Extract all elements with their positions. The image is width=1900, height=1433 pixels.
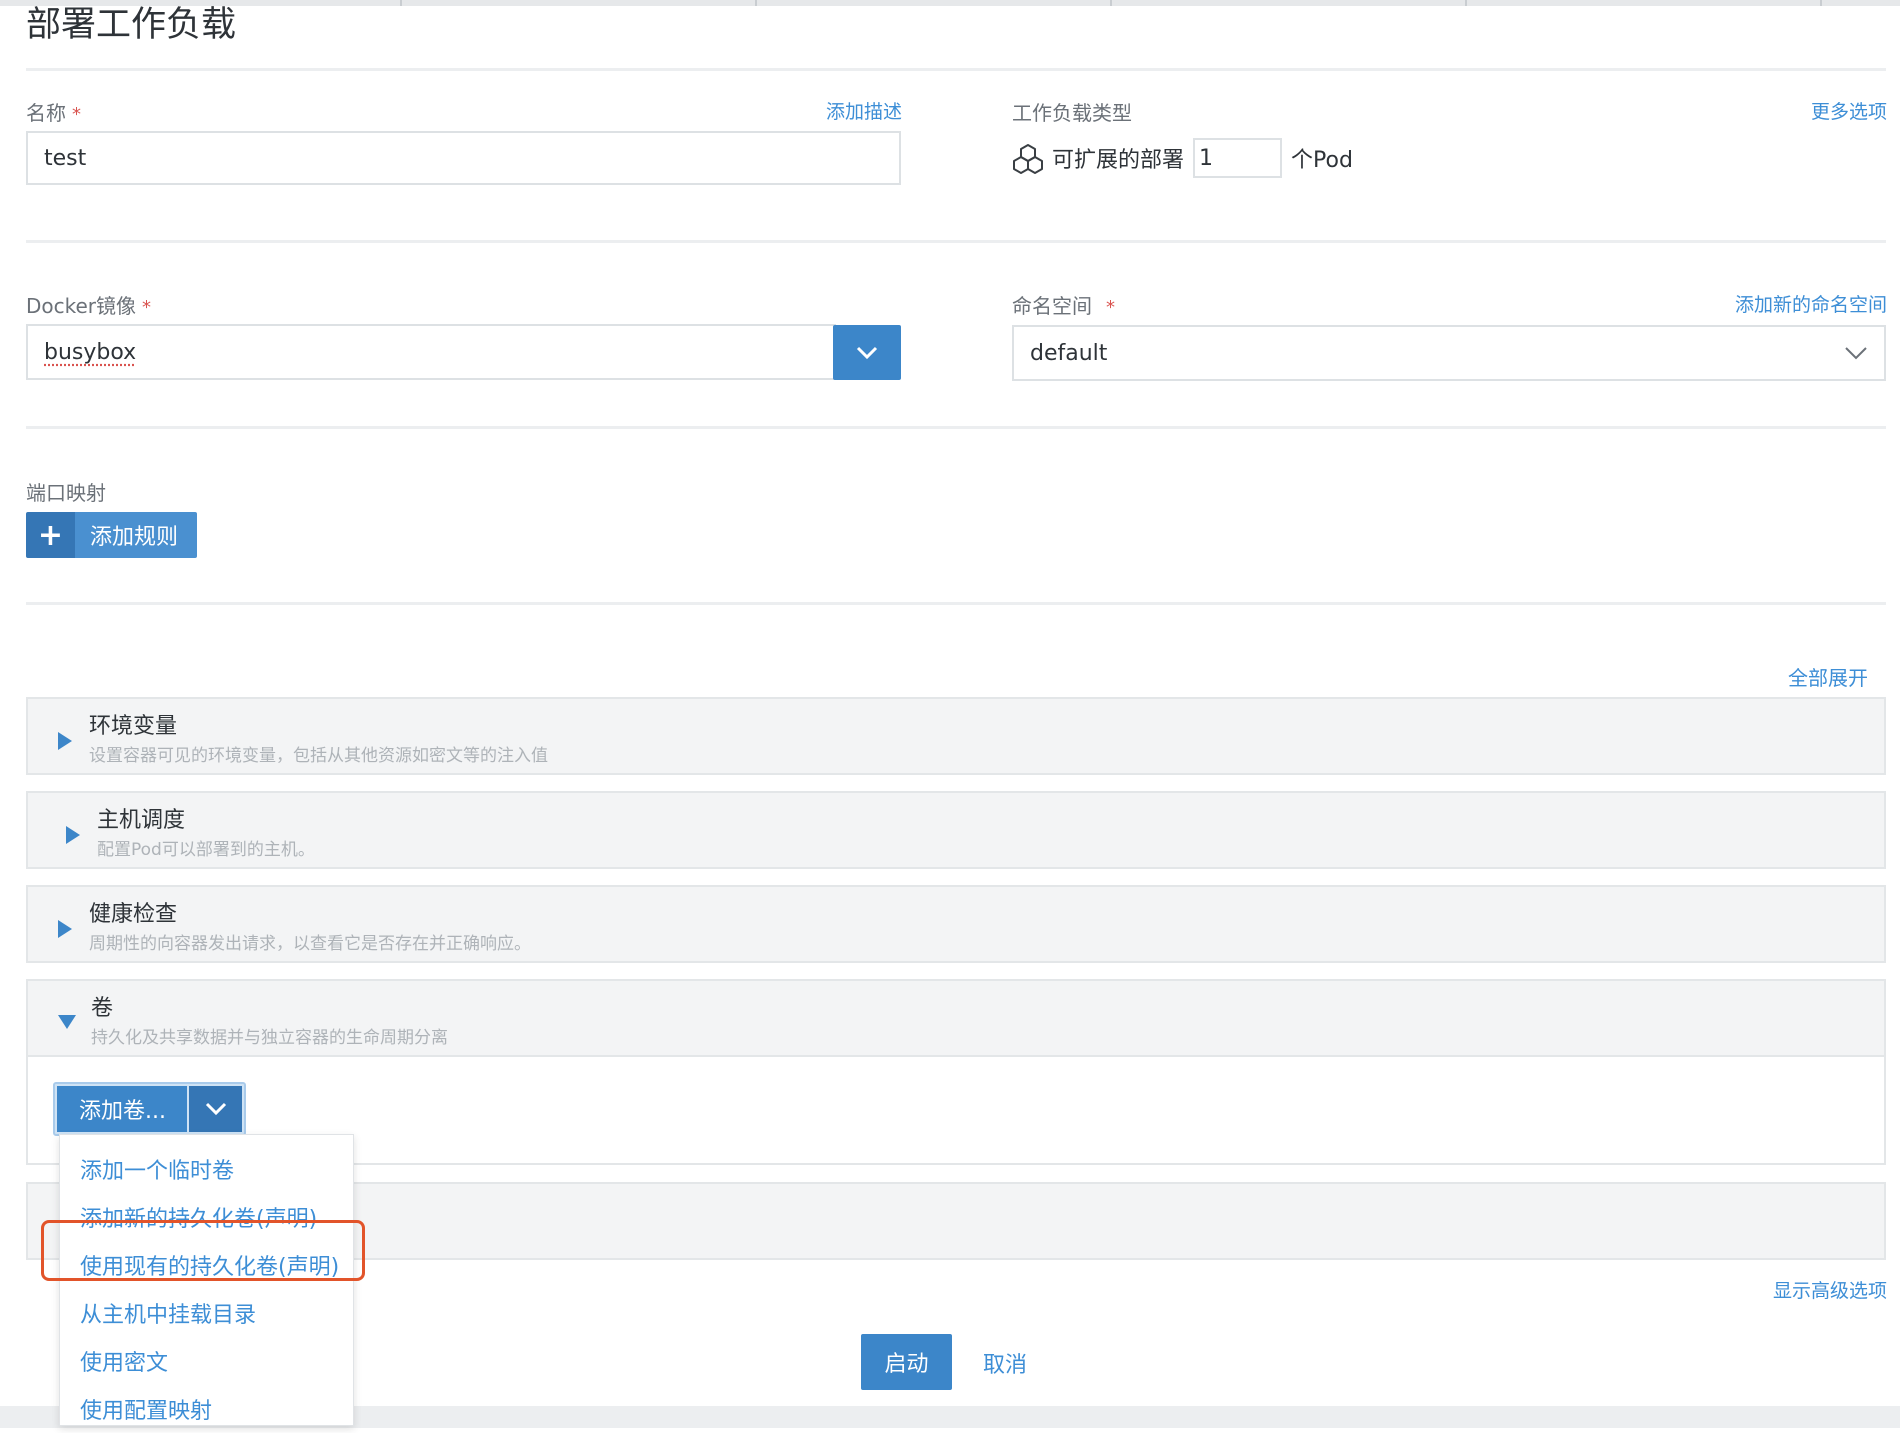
pod-suffix: 个Pod [1291,148,1353,173]
section-title: 主机调度 [97,808,186,833]
expand-all-link[interactable]: 全部展开 [1788,662,1868,691]
section-title: 卷 [91,996,114,1021]
top-tab-strip [0,0,1900,6]
section-health-check[interactable]: 健康检查 周期性的向容器发出请求，以查看它是否存在并正确响应。 [26,885,1886,963]
section-description: 周期性的向容器发出请求，以查看它是否存在并正确响应。 [89,934,531,954]
name-input[interactable]: test [26,131,901,185]
namespace-label: 命名空间 * [1012,294,1115,318]
namespace-select[interactable]: default [1012,325,1886,381]
workload-type-name: 可扩展的部署 [1052,148,1185,173]
add-namespace-link[interactable]: 添加新的命名空间 [1735,290,1887,317]
namespace-value: default [1030,340,1108,366]
caret-right-icon [58,920,72,938]
page-title: 部署工作负载 [26,5,237,45]
section-description: 配置Pod可以部署到的主机。 [97,840,315,860]
chevron-down-icon [856,346,878,359]
docker-image-label: Docker镜像 * [26,294,152,318]
section-env-vars[interactable]: 环境变量 设置容器可见的环境变量，包括从其他资源如密文等的注入值 [26,697,1886,775]
section-scheduling[interactable]: 主机调度 配置Pod可以部署到的主机。 [26,791,1886,869]
divider [26,240,1886,243]
plus-icon: + [26,512,75,558]
menu-item-ephemeral-volume[interactable]: 添加一个临时卷 [60,1145,350,1193]
add-volume-button[interactable]: 添加卷... [57,1086,187,1132]
workload-type-label: 工作负载类型 [1012,101,1132,125]
section-description: 持久化及共享数据并与独立容器的生命周期分离 [91,1028,448,1048]
divider [26,68,1886,71]
port-mapping-label: 端口映射 [26,481,106,505]
add-description-link[interactable]: 添加描述 [826,97,902,124]
add-rule-button[interactable]: + 添加规则 [26,512,197,558]
caret-right-icon [58,732,72,750]
add-rule-label: 添加规则 [75,512,197,558]
menu-item-secret[interactable]: 使用密文 [60,1337,350,1385]
chevron-down-icon [1844,345,1868,364]
section-title: 健康检查 [89,902,178,927]
docker-image-value: busybox [44,339,137,365]
docker-image-input[interactable]: busybox [26,324,836,380]
menu-item-config-map[interactable]: 使用配置映射 [60,1385,350,1433]
caret-right-icon [66,826,80,844]
section-title: 环境变量 [89,714,178,739]
caret-down-icon [58,1015,76,1029]
divider [26,426,1886,429]
more-options-link[interactable]: 更多选项 [1811,97,1887,124]
divider [26,602,1886,605]
cancel-link[interactable]: 取消 [983,1347,1027,1379]
launch-button[interactable]: 启动 [861,1334,952,1390]
pod-count-input[interactable]: 1 [1193,138,1282,178]
chevron-down-icon [205,1102,226,1116]
cubes-icon [1012,143,1044,175]
section-description: 设置容器可见的环境变量，包括从其他资源如密文等的注入值 [89,746,548,766]
highlight-box [41,1220,365,1281]
menu-item-host-path[interactable]: 从主机中挂载目录 [60,1289,350,1337]
show-advanced-link[interactable]: 显示高级选项 [1773,1276,1887,1303]
section-volumes-header[interactable]: 卷 持久化及共享数据并与独立容器的生命周期分离 [26,979,1886,1057]
add-volume-dropdown-toggle[interactable] [189,1086,242,1132]
image-dropdown-button[interactable] [833,325,901,380]
name-label: 名称 * [26,101,81,125]
